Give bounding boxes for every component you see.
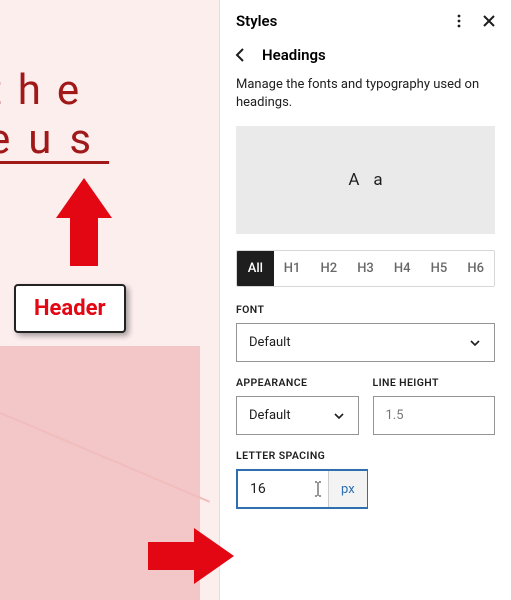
- annotation-callout-text: Header: [34, 296, 106, 321]
- letter-spacing-input-group: px: [236, 469, 368, 509]
- chevron-down-icon: [332, 409, 346, 423]
- annotation-arrow-right-icon: [148, 528, 234, 584]
- back-icon[interactable]: [232, 46, 250, 64]
- letter-spacing-label: LETTER SPACING: [236, 449, 495, 462]
- text-cursor-icon: [308, 471, 328, 507]
- appearance-select-value: Default: [249, 408, 291, 423]
- appearance-label: APPEARANCE: [236, 376, 359, 389]
- more-options-icon[interactable]: [451, 13, 467, 29]
- tab-h6[interactable]: H6: [457, 251, 494, 286]
- editor-canvas: the eus Header: [0, 0, 220, 600]
- line-height-field: LINE HEIGHT: [373, 376, 496, 435]
- breadcrumb-label: Headings: [262, 46, 326, 64]
- heading-level-tabs: All H1 H2 H3 H4 H5 H6: [236, 250, 495, 287]
- styles-panel: Styles Headings Manage the fonts and typ…: [220, 0, 511, 600]
- tab-h5[interactable]: H5: [421, 251, 458, 286]
- font-select[interactable]: Default: [236, 323, 495, 362]
- letter-spacing-input[interactable]: [238, 471, 308, 507]
- annotation-arrow-up-icon: [56, 178, 112, 266]
- breadcrumb: Headings: [220, 40, 511, 76]
- typography-preview: A a: [236, 126, 495, 234]
- tab-all[interactable]: All: [237, 251, 274, 286]
- preview-uppercase: A: [348, 170, 359, 190]
- appearance-lineheight-row: APPEARANCE Default LINE HEIGHT: [220, 376, 511, 449]
- font-select-value: Default: [249, 335, 291, 350]
- panel-actions: [451, 13, 497, 29]
- font-field: FONT Default: [220, 303, 511, 376]
- heading-line-2: eus: [0, 115, 109, 164]
- line-height-label: LINE HEIGHT: [373, 376, 496, 389]
- panel-title: Styles: [236, 12, 277, 30]
- panel-header: Styles: [220, 0, 511, 40]
- preview-lowercase: a: [373, 170, 382, 190]
- chevron-down-icon: [468, 336, 482, 350]
- appearance-field: APPEARANCE Default: [236, 376, 359, 435]
- letter-spacing-unit-button[interactable]: px: [328, 471, 367, 507]
- tab-h3[interactable]: H3: [347, 251, 384, 286]
- letter-spacing-field: LETTER SPACING px: [220, 449, 511, 523]
- tab-h4[interactable]: H4: [384, 251, 421, 286]
- annotation-callout: Header: [14, 284, 126, 333]
- panel-description: Manage the fonts and typography used on …: [220, 76, 511, 126]
- tab-h1[interactable]: H1: [274, 251, 311, 286]
- heading-preview-text: the eus: [0, 66, 109, 164]
- line-height-input[interactable]: [373, 396, 496, 435]
- appearance-select[interactable]: Default: [236, 396, 359, 435]
- tab-h2[interactable]: H2: [310, 251, 347, 286]
- font-label: FONT: [236, 303, 495, 316]
- heading-line-1: the: [0, 66, 109, 115]
- close-icon[interactable]: [481, 13, 497, 29]
